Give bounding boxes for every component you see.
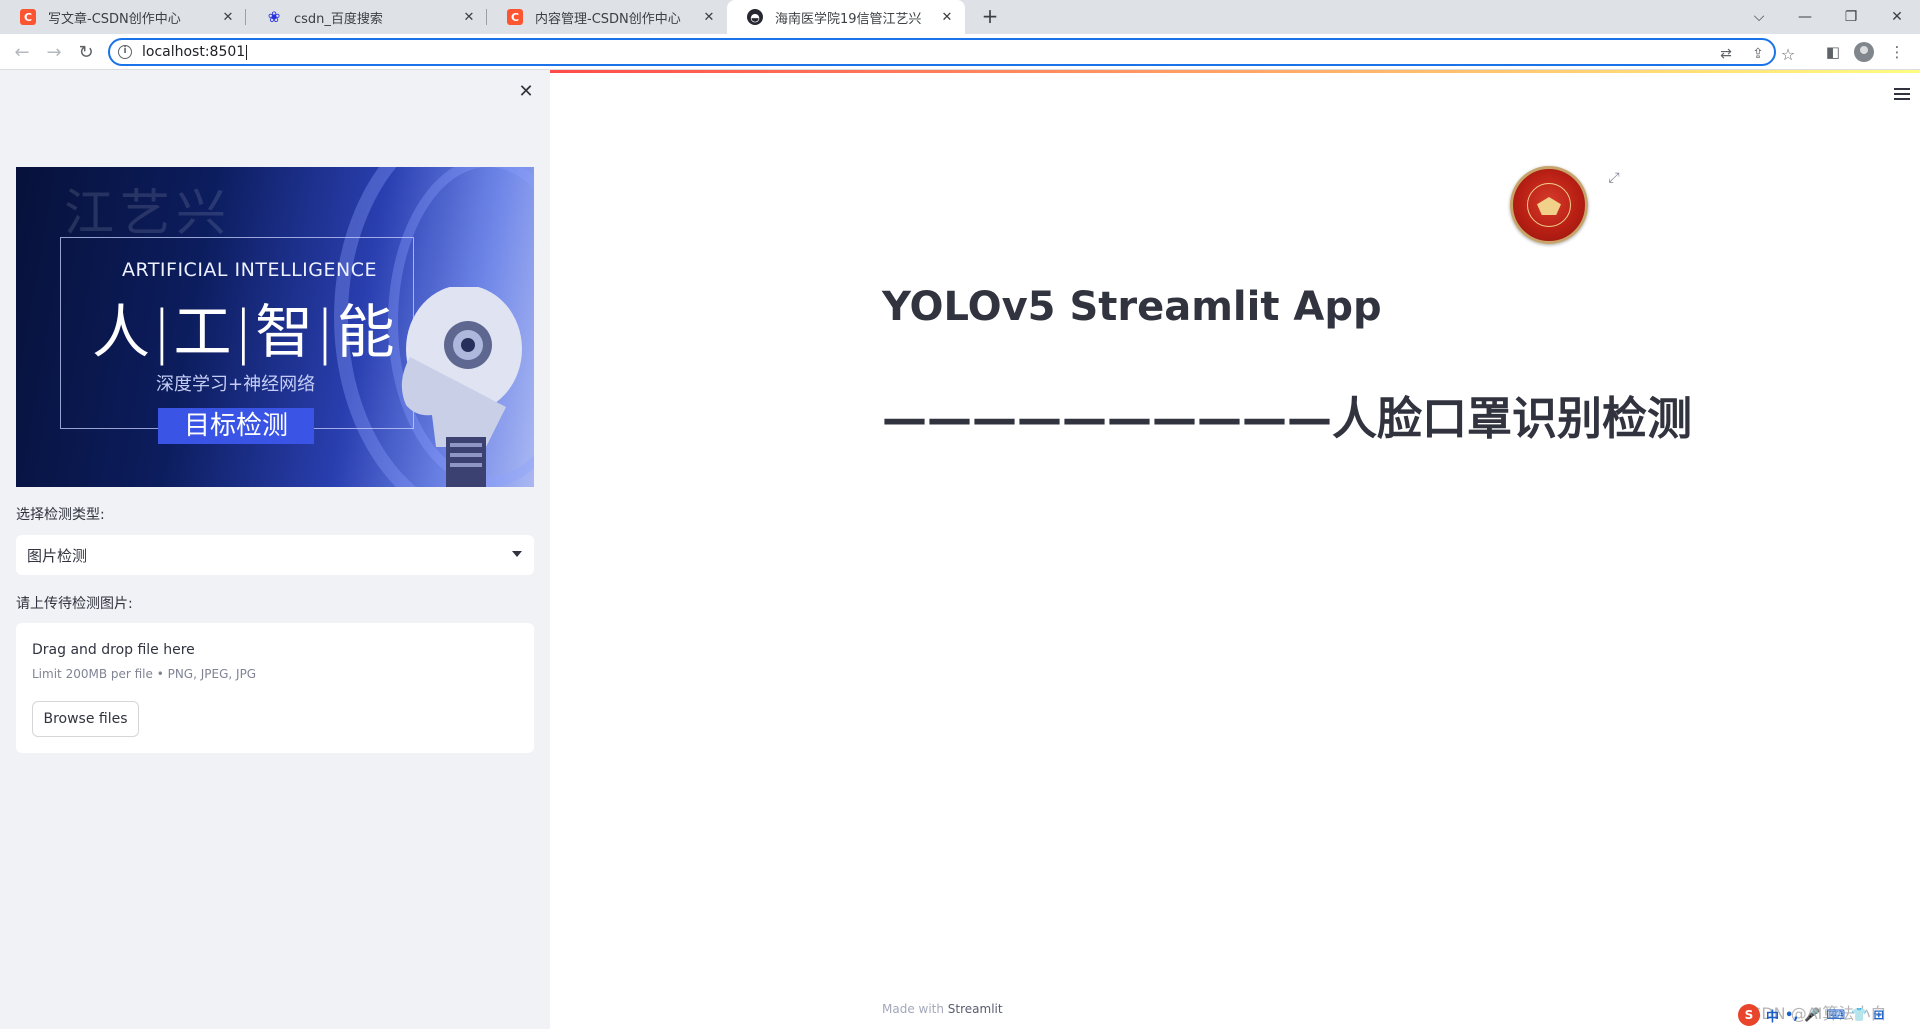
forward-arrow-icon[interactable]: →	[42, 40, 66, 64]
banner-watermark: 江艺兴	[64, 184, 232, 242]
back-arrow-icon[interactable]: ←	[10, 40, 34, 64]
skin-icon[interactable]: 👕	[1851, 1008, 1867, 1023]
microphone-icon[interactable]: 🎤	[1804, 1008, 1820, 1023]
browser-tab-1[interactable]: C 写文章-CSDN创作中心 ✕	[0, 0, 246, 34]
translate-icon[interactable]: ⇄	[1716, 44, 1736, 64]
browser-toolbar: ← → ↻ i localhost:8501 ⇄ ⇪ ☆ ◧ ⋮	[0, 34, 1920, 70]
close-icon[interactable]: ✕	[459, 10, 479, 25]
main-content: ⤢ YOLOv5 Streamlit App ——————————人脸口罩识别检…	[550, 70, 1920, 1029]
browser-tab-4-active[interactable]: ◓ 海南医学院19信管江艺兴 ✕	[727, 0, 965, 34]
sidebar: ✕ 江艺兴 ARTIFICIAL INTELLIGENCE 人|工|智|能 深度…	[0, 70, 550, 1029]
banner-english-title: ARTIFICIAL INTELLIGENCE	[122, 259, 377, 281]
browser-tab-2[interactable]: ❀ csdn_百度搜索 ✕	[246, 0, 487, 34]
reload-icon[interactable]: ↻	[74, 40, 98, 64]
tab-title: csdn_百度搜索	[294, 11, 383, 27]
sogou-ime-icon[interactable]: S	[1738, 1004, 1760, 1026]
csdn-icon: C	[20, 9, 36, 25]
side-panel-icon[interactable]: ◧	[1822, 41, 1844, 63]
minimize-button[interactable]: —	[1782, 0, 1828, 34]
new-tab-button[interactable]: +	[978, 5, 1002, 29]
tab-search-icon[interactable]: ⌵	[1736, 0, 1782, 34]
dropzone-title: Drag and drop file here	[32, 642, 195, 658]
share-icon[interactable]: ⇪	[1748, 44, 1768, 64]
sidebar-close-icon[interactable]: ✕	[516, 82, 536, 102]
tab-title: 内容管理-CSDN创作中心	[535, 11, 681, 27]
banner-tag: 目标检测	[158, 408, 314, 444]
banner-chinese-title: 人|工|智|能	[92, 298, 397, 366]
ime-mode-chinese[interactable]: 中	[1766, 1006, 1779, 1025]
streamlit-icon: ◓	[747, 9, 763, 25]
streamlit-link[interactable]: Streamlit	[948, 1002, 1003, 1016]
url-text[interactable]: localhost:8501	[142, 44, 248, 60]
keyboard-icon[interactable]: ⌨	[1826, 1008, 1845, 1023]
ai-banner-image: 江艺兴 ARTIFICIAL INTELLIGENCE 人|工|智|能 深度学习…	[16, 167, 534, 487]
detect-type-label: 选择检测类型:	[16, 507, 105, 523]
university-logo-image	[1510, 166, 1588, 244]
upload-label: 请上传待检测图片:	[16, 596, 133, 612]
banner-subtitle: 深度学习+神经网络	[156, 374, 316, 395]
fullscreen-expand-icon[interactable]: ⤢	[1606, 170, 1622, 186]
detect-type-select[interactable]: 图片检测	[16, 535, 534, 575]
text-cursor	[246, 44, 248, 60]
browse-files-button[interactable]: Browse files	[32, 701, 139, 737]
toolbox-icon[interactable]: ⊞	[1873, 1008, 1884, 1023]
footer-prefix: Made with	[882, 1002, 948, 1016]
restore-button[interactable]: ❐	[1828, 0, 1874, 34]
browser-menu-icon[interactable]: ⋮	[1886, 41, 1908, 63]
chevron-down-icon	[512, 551, 522, 557]
browser-tab-3[interactable]: C 内容管理-CSDN创作中心 ✕	[487, 0, 727, 34]
bookmark-star-icon[interactable]: ☆	[1778, 44, 1798, 64]
baidu-paw-icon: ❀	[267, 8, 281, 26]
footer: Made with Streamlit	[882, 1002, 1003, 1016]
close-icon[interactable]: ✕	[699, 10, 719, 25]
hamburger-menu-icon[interactable]	[1894, 88, 1910, 102]
streamlit-page: ✕ 江艺兴 ARTIFICIAL INTELLIGENCE 人|工|智|能 深度…	[0, 70, 1920, 1029]
tab-title: 写文章-CSDN创作中心	[48, 11, 181, 27]
header-decoration-bar	[550, 70, 1920, 73]
tab-title: 海南医学院19信管江艺兴	[775, 11, 922, 27]
window-close-button[interactable]: ✕	[1874, 0, 1920, 34]
url-value: localhost:8501	[142, 44, 246, 60]
ime-toolbar: S 中 •, 🎤 ⌨ 👕 ⊞	[1738, 1004, 1884, 1026]
page-subtitle: ——————————人脸口罩识别检测	[882, 392, 1693, 445]
profile-avatar-icon[interactable]	[1854, 42, 1874, 62]
robot-head-illustration	[401, 287, 522, 487]
file-uploader-dropzone[interactable]: Drag and drop file here Limit 200MB per …	[16, 623, 534, 753]
ime-punctuation-icon[interactable]: •,	[1785, 1008, 1798, 1023]
browser-tab-strip: C 写文章-CSDN创作中心 ✕ ❀ csdn_百度搜索 ✕ C 内容管理-CS…	[0, 0, 1920, 34]
close-icon[interactable]: ✕	[937, 10, 957, 25]
detect-type-selected-value: 图片检测	[27, 547, 88, 565]
dropzone-limit: Limit 200MB per file • PNG, JPEG, JPG	[32, 667, 257, 681]
csdn-icon: C	[507, 9, 523, 25]
address-bar[interactable]: i localhost:8501 ⇄ ⇪ ☆	[108, 38, 1795, 66]
page-title: YOLOv5 Streamlit App	[882, 284, 1382, 330]
close-icon[interactable]: ✕	[218, 10, 238, 25]
site-info-icon[interactable]: i	[118, 45, 132, 59]
